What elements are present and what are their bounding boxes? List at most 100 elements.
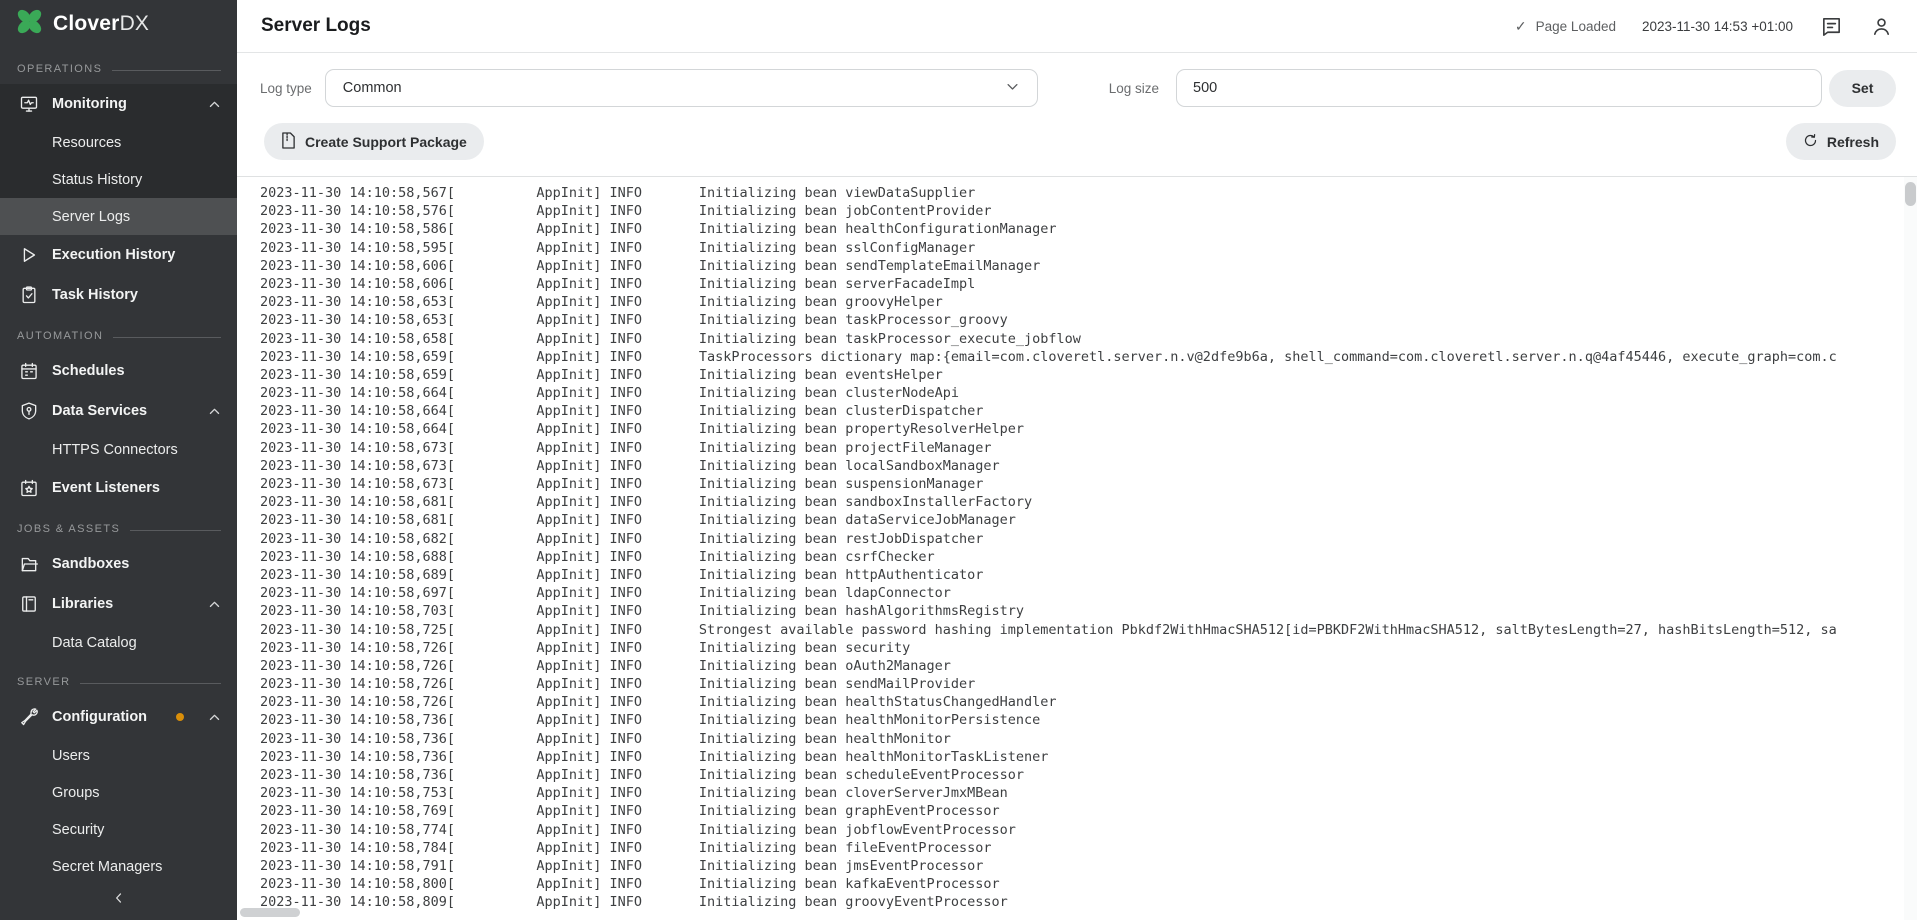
log-line: 2023-11-30 14:10:58,681[ AppInit] INFO I… [260,493,1901,511]
horizontal-scrollbar-thumb[interactable] [240,908,300,917]
sidebar-item-label: Data Services [52,403,147,419]
sidebar-item-secret-managers[interactable]: Secret Managers [0,848,237,880]
section-divider [113,337,221,338]
vertical-scrollbar[interactable] [1904,177,1917,920]
log-line: 2023-11-30 14:10:58,688[ AppInit] INFO I… [260,548,1901,566]
sidebar-subitem-label: Users [52,748,90,764]
log-line: 2023-11-30 14:10:58,673[ AppInit] INFO I… [260,475,1901,493]
sidebar-item-data-catalog[interactable]: Data Catalog [0,624,237,661]
sidebar-item-sandboxes[interactable]: Sandboxes [0,544,237,584]
create-support-package-label: Create Support Package [305,134,467,150]
sidebar-item-status-history[interactable]: Status History [0,161,237,198]
log-line: 2023-11-30 14:10:58,664[ AppInit] INFO I… [260,384,1901,402]
log-line: 2023-11-30 14:10:58,586[ AppInit] INFO I… [260,220,1901,238]
page-header: Server Logs ✓ Page Loaded 2023-11-30 14:… [237,0,1917,53]
sidebar-group: LibrariesData Catalog [0,584,237,661]
log-type-select[interactable]: Common [325,69,1038,107]
log-line: 2023-11-30 14:10:58,576[ AppInit] INFO I… [260,202,1901,220]
log-line: 2023-11-30 14:10:58,800[ AppInit] INFO I… [260,875,1901,893]
sidebar-item-label: Monitoring [52,96,127,112]
main-content: Server Logs ✓ Page Loaded 2023-11-30 14:… [237,0,1917,920]
sidebar-section-title: AUTOMATION [17,330,103,342]
sidebar-item-https-connectors[interactable]: HTTPS Connectors [0,431,237,468]
log-line: 2023-11-30 14:10:58,606[ AppInit] INFO I… [260,275,1901,293]
brand-logo[interactable]: CloverDX [0,0,237,48]
log-lines: 2023-11-30 14:10:58,567[ AppInit] INFO I… [260,184,1901,912]
log-line: 2023-11-30 14:10:58,726[ AppInit] INFO I… [260,639,1901,657]
sidebar-section-label: OPERATIONS [0,48,237,84]
sidebar-group: Event Listeners [0,468,237,508]
log-toolbar-row: Create Support Package Refresh [237,116,1917,177]
page-status: ✓ Page Loaded [1515,18,1616,35]
chevron-left-icon [112,891,126,910]
sidebar-item-data-services[interactable]: Data Services [0,391,237,431]
header-timestamp: 2023-11-30 14:53 +01:00 [1642,19,1793,34]
log-line: 2023-11-30 14:10:58,774[ AppInit] INFO I… [260,821,1901,839]
log-line: 2023-11-30 14:10:58,703[ AppInit] INFO I… [260,602,1901,620]
vertical-scrollbar-thumb[interactable] [1905,182,1916,206]
sidebar-item-schedules[interactable]: Schedules [0,351,237,391]
log-line: 2023-11-30 14:10:58,664[ AppInit] INFO I… [260,402,1901,420]
log-line: 2023-11-30 14:10:58,726[ AppInit] INFO I… [260,693,1901,711]
log-line: 2023-11-30 14:10:58,736[ AppInit] INFO I… [260,748,1901,766]
log-size-input[interactable] [1176,69,1822,107]
page-title: Server Logs [261,15,371,37]
sidebar-item-monitoring[interactable]: Monitoring [0,84,237,124]
message-icon[interactable] [1819,14,1843,38]
log-line: 2023-11-30 14:10:58,659[ AppInit] INFO I… [260,366,1901,384]
log-line: 2023-11-30 14:10:58,725[ AppInit] INFO S… [260,621,1901,639]
log-line: 2023-11-30 14:10:58,697[ AppInit] INFO I… [260,584,1901,602]
library-icon [19,594,39,614]
log-line: 2023-11-30 14:10:58,673[ AppInit] INFO I… [260,457,1901,475]
header-right: ✓ Page Loaded 2023-11-30 14:53 +01:00 [1515,14,1893,38]
log-line: 2023-11-30 14:10:58,673[ AppInit] INFO I… [260,439,1901,457]
sidebar-item-server-logs[interactable]: Server Logs [0,198,237,235]
section-divider [112,70,221,71]
sidebar-item-label: Task History [52,287,138,303]
sidebar-group: Schedules [0,351,237,391]
sidebar-item-execution-history[interactable]: Execution History [0,235,237,275]
create-support-package-button[interactable]: Create Support Package [264,123,484,160]
log-line: 2023-11-30 14:10:58,682[ AppInit] INFO I… [260,530,1901,548]
sidebar-group: Sandboxes [0,544,237,584]
sidebar-item-groups[interactable]: Groups [0,774,237,811]
shield-icon [19,401,39,421]
chevron-up-icon [207,710,222,725]
log-line: 2023-11-30 14:10:58,753[ AppInit] INFO I… [260,784,1901,802]
sidebar-item-security[interactable]: Security [0,811,237,848]
sidebar-subitem-label: Server Logs [52,209,130,225]
check-icon: ✓ [1515,18,1527,35]
sidebar-item-configuration[interactable]: Configuration [0,697,237,737]
set-button[interactable]: Set [1829,70,1896,107]
calendar-icon [19,361,39,381]
chevron-up-icon [207,597,222,612]
refresh-icon [1803,133,1818,151]
log-line: 2023-11-30 14:10:58,664[ AppInit] INFO I… [260,420,1901,438]
sidebar-item-libraries[interactable]: Libraries [0,584,237,624]
sidebar-collapse-button[interactable] [99,885,139,915]
log-type-selected-value: Common [343,80,402,96]
sidebar-nav: OPERATIONS Monitoring ResourcesStatus Hist… [0,48,237,880]
log-line: 2023-11-30 14:10:58,736[ AppInit] INFO I… [260,730,1901,748]
log-line: 2023-11-30 14:10:58,689[ AppInit] INFO I… [260,566,1901,584]
refresh-button[interactable]: Refresh [1786,123,1896,160]
user-icon[interactable] [1869,14,1893,38]
sidebar-group: Execution History [0,235,237,275]
sidebar-footer [0,880,237,920]
log-line: 2023-11-30 14:10:58,567[ AppInit] INFO I… [260,184,1901,202]
monitor-icon [19,94,39,114]
sandbox-icon [19,554,39,574]
sidebar-item-task-history[interactable]: Task History [0,275,237,315]
sidebar-section-label: SERVER [0,661,237,697]
section-divider [80,683,221,684]
sidebar: CloverDX OPERATIONS Monitoring ResourcesSt… [0,0,237,920]
chevron-up-icon [207,97,222,112]
sidebar-item-event-listeners[interactable]: Event Listeners [0,468,237,508]
log-line: 2023-11-30 14:10:58,784[ AppInit] INFO I… [260,839,1901,857]
sidebar-subitem-label: Security [52,822,104,838]
zip-file-icon [281,132,296,152]
sidebar-item-users[interactable]: Users [0,737,237,774]
log-line: 2023-11-30 14:10:58,658[ AppInit] INFO I… [260,330,1901,348]
sidebar-item-resources[interactable]: Resources [0,124,237,161]
server-log-viewer[interactable]: 2023-11-30 14:10:58,567[ AppInit] INFO I… [237,177,1917,920]
